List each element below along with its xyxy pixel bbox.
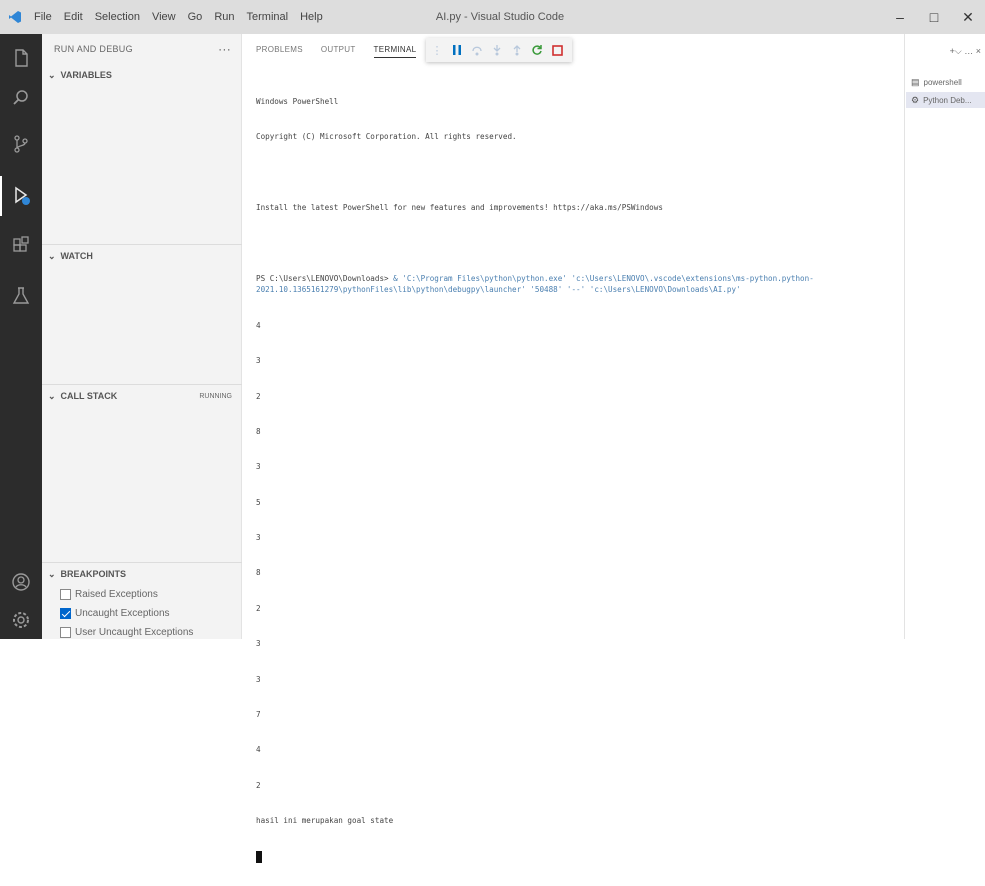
debug-console-icon: ⚙ xyxy=(911,94,920,105)
close-button[interactable]: ✕ xyxy=(951,0,985,34)
terminal-output-value: 8 xyxy=(256,426,261,436)
watch-section: ⌄ WATCH xyxy=(42,244,242,267)
breakpoints-title: BREAKPOINTS xyxy=(60,569,127,579)
title-bar: File Edit Selection View Go Run Terminal… xyxy=(0,0,985,34)
terminal-output-value: 2 xyxy=(256,780,261,790)
menu-run[interactable]: Run xyxy=(208,11,240,23)
breakpoints-header[interactable]: ⌄ BREAKPOINTS xyxy=(42,563,242,585)
terminal-output-value: 3 xyxy=(256,462,261,472)
terminal-item-label: Python Deb... xyxy=(923,95,972,105)
breakpoint-item[interactable]: Raised Exceptions xyxy=(42,585,242,604)
terminal-output-value: 4 xyxy=(256,745,261,755)
terminal-output-value: 7 xyxy=(256,710,261,720)
account-icon[interactable] xyxy=(0,562,42,602)
call-stack-status: RUNNING xyxy=(199,392,232,400)
sidebar-title: RUN AND DEBUG xyxy=(54,44,133,54)
extensions-icon[interactable] xyxy=(0,226,42,266)
run-debug-icon[interactable] xyxy=(0,176,42,216)
bottom-panel: PROBLEMS OUTPUT TERMINAL ⋮ Windows Power… xyxy=(242,34,904,863)
source-control-icon[interactable] xyxy=(0,124,42,164)
terminal-output-value: 2 xyxy=(256,603,261,613)
terminal-output-value: 8 xyxy=(256,568,261,578)
window-title: AI.py - Visual Studio Code xyxy=(435,11,565,23)
terminal-output-value: 3 xyxy=(256,639,261,649)
checkbox-user-uncaught-exceptions[interactable] xyxy=(60,627,71,638)
menu-terminal[interactable]: Terminal xyxy=(241,11,295,23)
chevron-down-icon: ⌄ xyxy=(48,69,56,80)
watch-title: WATCH xyxy=(60,251,93,261)
variables-section: ⌄ VARIABLES xyxy=(42,64,242,86)
terminal-output-value: 3 xyxy=(256,356,261,366)
more-actions-icon[interactable]: ··· xyxy=(218,42,231,56)
checkbox-uncaught-exceptions[interactable] xyxy=(60,608,71,619)
step-into-icon[interactable] xyxy=(490,42,504,58)
sidebar-header: RUN AND DEBUG ··· xyxy=(42,34,241,64)
chevron-down-icon: ⌄ xyxy=(48,390,56,401)
terminal-icon: ▤ xyxy=(911,76,920,87)
call-stack-title: CALL STACK xyxy=(60,391,118,401)
terminal-output-value: 3 xyxy=(256,533,261,543)
menu-bar: File Edit Selection View Go Run Terminal… xyxy=(28,11,329,23)
terminal-line: Windows PowerShell xyxy=(256,96,339,106)
terminal-line: hasil ini merupakan goal state xyxy=(256,816,394,826)
watch-header[interactable]: ⌄ WATCH xyxy=(42,245,242,267)
drag-handle-icon[interactable]: ⋮ xyxy=(430,42,444,58)
tab-terminal[interactable]: TERMINAL xyxy=(373,45,417,58)
panel-tabs: PROBLEMS OUTPUT TERMINAL xyxy=(242,34,904,68)
chevron-down-icon: ⌄ xyxy=(48,568,56,579)
terminal-item-label: powershell xyxy=(923,77,962,87)
call-stack-section: ⌄ CALL STACK RUNNING xyxy=(42,384,242,407)
breakpoints-section: ⌄ BREAKPOINTS Raised Exceptions Uncaught… xyxy=(42,562,242,642)
minimize-button[interactable]: – xyxy=(883,0,917,34)
terminal-item-python-debug[interactable]: ⚙ Python Deb... xyxy=(906,92,985,108)
terminal-line: Copyright (C) Microsoft Corporation. All… xyxy=(256,131,517,141)
step-out-icon[interactable] xyxy=(510,42,524,58)
vscode-logo-icon xyxy=(8,10,22,24)
restart-icon[interactable] xyxy=(530,42,544,58)
call-stack-header[interactable]: ⌄ CALL STACK RUNNING xyxy=(42,385,242,407)
menu-edit[interactable]: Edit xyxy=(58,11,89,23)
variables-title: VARIABLES xyxy=(60,70,112,80)
debug-toolbar: ⋮ xyxy=(426,38,572,62)
maximize-button[interactable]: □ xyxy=(917,0,951,34)
window-controls: – □ ✕ xyxy=(883,0,985,34)
checkbox-raised-exceptions[interactable] xyxy=(60,589,71,600)
pause-icon[interactable] xyxy=(450,42,464,58)
terminal-prompt: PS C:\Users\LENOVO\Downloads> xyxy=(256,273,389,283)
settings-gear-icon[interactable] xyxy=(0,600,42,640)
tab-problems[interactable]: PROBLEMS xyxy=(256,45,303,57)
terminal-item-powershell[interactable]: ▤ powershell xyxy=(911,74,985,90)
terminal-cursor xyxy=(256,850,262,863)
breakpoint-item[interactable]: User Uncaught Exceptions xyxy=(42,623,242,642)
terminal-output-value: 2 xyxy=(256,391,261,401)
terminal-output-value: 5 xyxy=(256,497,261,507)
terminal-output-value: 3 xyxy=(256,674,261,684)
run-and-debug-sidebar: RUN AND DEBUG ··· ⌄ VARIABLES ⌄ WATCH ⌄ … xyxy=(42,34,242,639)
terminal-output[interactable]: Windows PowerShell Copyright (C) Microso… xyxy=(256,72,896,886)
step-over-icon[interactable] xyxy=(470,42,484,58)
terminal-command-line: PS C:\Users\LENOVO\Downloads> & 'C:\Prog… xyxy=(256,273,896,297)
chevron-down-icon: ⌄ xyxy=(48,250,56,261)
tab-output[interactable]: OUTPUT xyxy=(321,45,356,57)
breakpoint-label: Uncaught Exceptions xyxy=(75,608,170,619)
terminal-list: +⌵ … × ▤ powershell ⚙ Python Deb... xyxy=(904,34,985,639)
breakpoint-label: Raised Exceptions xyxy=(75,589,158,600)
testing-icon[interactable] xyxy=(0,276,42,316)
terminal-line: Install the latest PowerShell for new fe… xyxy=(256,202,663,212)
breakpoint-item[interactable]: Uncaught Exceptions xyxy=(42,604,242,623)
menu-selection[interactable]: Selection xyxy=(89,11,146,23)
menu-file[interactable]: File xyxy=(28,11,58,23)
breakpoint-label: User Uncaught Exceptions xyxy=(75,627,194,638)
terminal-toolbar[interactable]: +⌵ … × xyxy=(950,46,981,57)
search-icon[interactable] xyxy=(0,78,42,118)
stop-icon[interactable] xyxy=(550,42,564,58)
menu-help[interactable]: Help xyxy=(294,11,329,23)
menu-go[interactable]: Go xyxy=(182,11,209,23)
activity-bar xyxy=(0,34,42,639)
menu-view[interactable]: View xyxy=(146,11,182,23)
terminal-output-value: 4 xyxy=(256,320,261,330)
files-icon[interactable] xyxy=(0,38,42,78)
variables-header[interactable]: ⌄ VARIABLES xyxy=(42,64,242,86)
